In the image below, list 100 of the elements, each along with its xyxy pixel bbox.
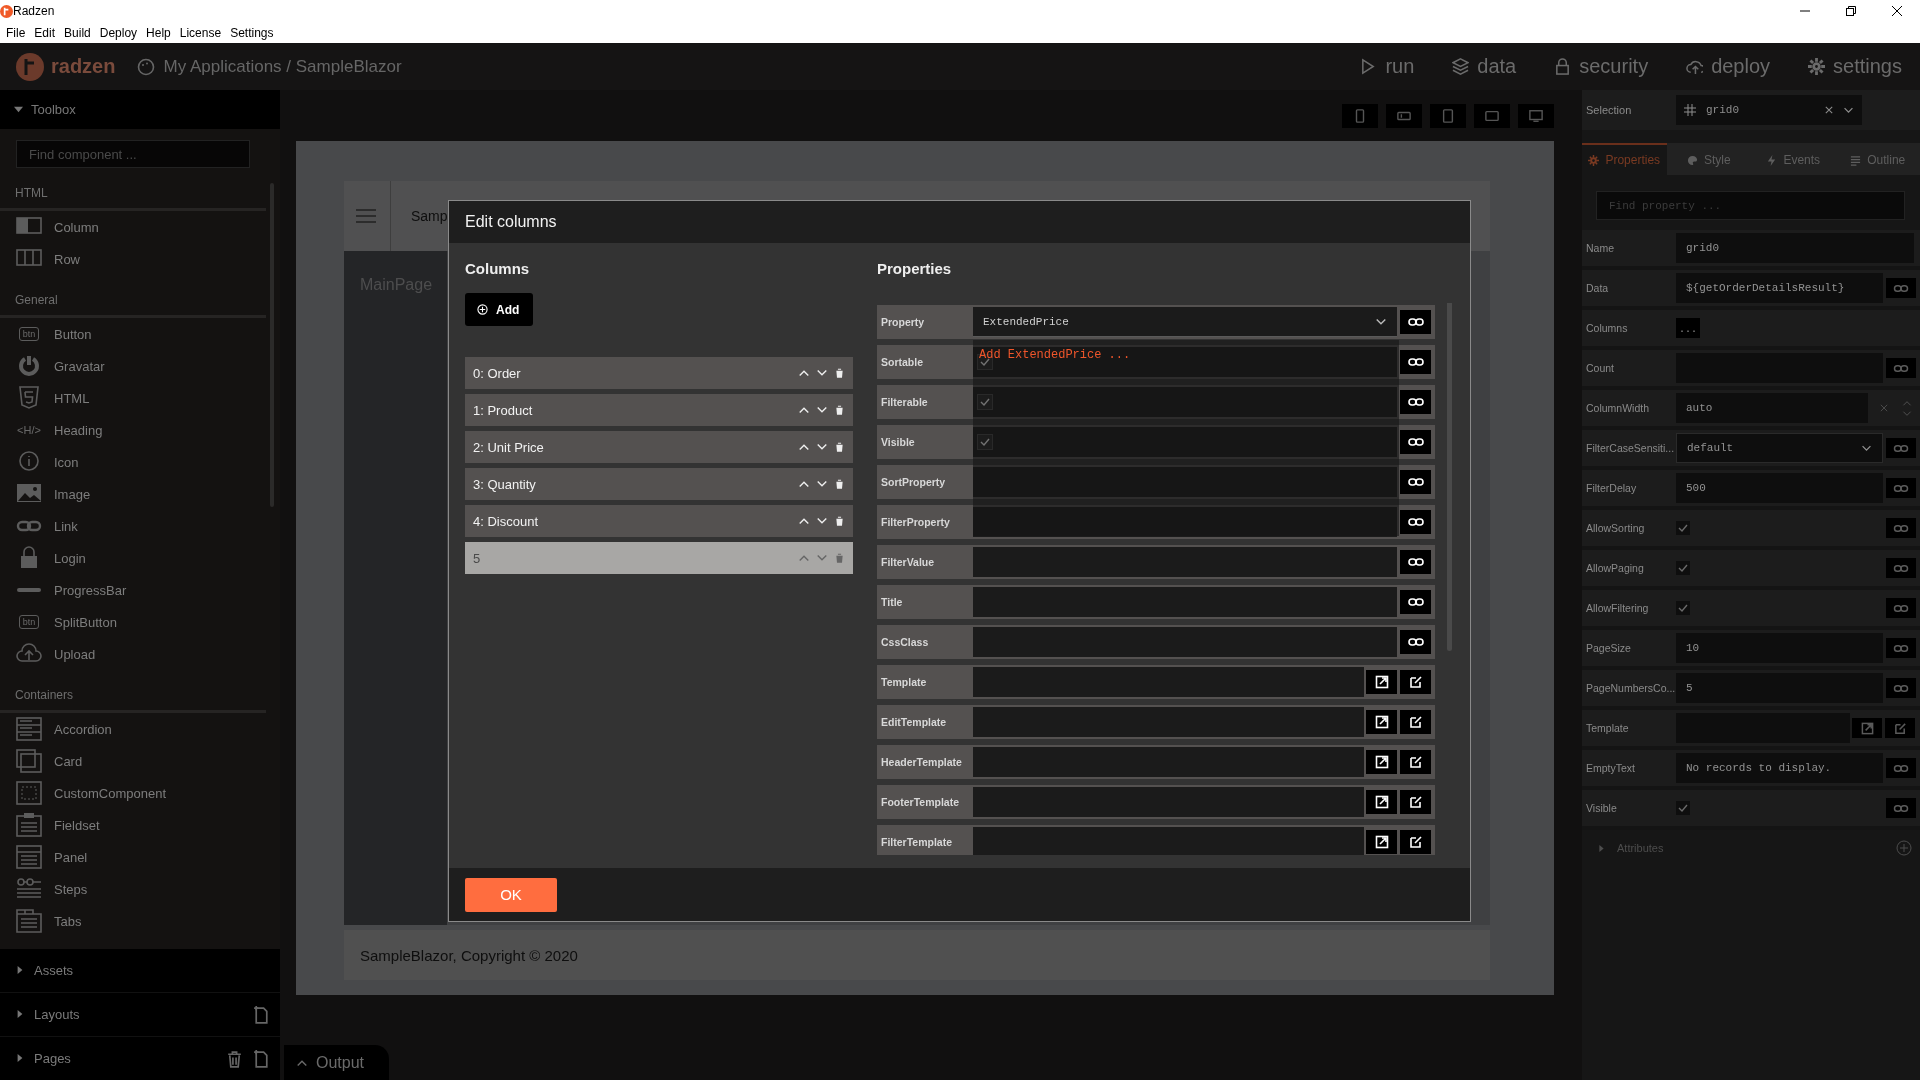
toolbox-item[interactable]: HTML [0,382,280,415]
sortable-list-item[interactable]: 0: Order [465,357,853,389]
checkbox[interactable] [977,394,993,410]
bind-button[interactable] [1400,310,1431,334]
breadcrumb[interactable]: My Applications / SampleBlazor [163,56,402,77]
bind-button[interactable] [1400,430,1431,454]
checkbox[interactable] [1676,801,1690,815]
input-field[interactable]: auto [1676,393,1868,423]
section-header[interactable]: Pages [0,1035,280,1080]
monitor-view-button[interactable] [1518,103,1554,128]
toolbox-item[interactable]: ProgressBar [0,574,280,607]
sortable-list-item[interactable]: 2: Unit Price [465,431,853,463]
toolbox-item[interactable]: btn SplitButton [0,606,280,639]
toolbox-item[interactable]: Image [0,478,280,511]
section-header[interactable]: Layouts [0,991,280,1036]
tablet-landscape-view-button[interactable] [1474,103,1510,128]
toolbox-item[interactable]: Card [0,745,280,778]
bind-button[interactable] [1400,390,1431,414]
sortable-list-item[interactable]: 4: Discount [465,505,853,537]
section-header[interactable]: Assets [0,948,280,992]
edit-button[interactable] [1400,790,1431,814]
open-editor-button[interactable] [1366,790,1397,814]
toolbox-item[interactable]: Steps [0,873,280,906]
toolbox-item[interactable]: CustomComponent [0,777,280,810]
input-field[interactable] [973,627,1397,657]
input-field[interactable] [973,587,1397,617]
toolbox-item[interactable]: Upload [0,638,280,671]
clear-icon[interactable] [1825,106,1833,114]
bind-button[interactable] [1400,590,1431,614]
sortable-list-item[interactable]: 1: Product [465,394,853,426]
data-button[interactable]: data [1452,55,1517,78]
toolbox-item[interactable]: Fieldset [0,809,280,842]
input-field[interactable]: 10 [1676,633,1883,663]
selection-dropdown[interactable]: grid0 [1676,95,1862,125]
bind-button[interactable] [1400,630,1431,654]
delete-icon[interactable] [834,441,845,453]
delete-icon[interactable] [834,367,845,379]
security-button[interactable]: security [1554,55,1649,78]
checkbox[interactable] [1676,521,1690,535]
bind-button[interactable] [1400,350,1431,374]
edit-button[interactable] [1400,710,1431,734]
add-button[interactable]: Add [465,293,534,326]
checkbox[interactable] [1676,561,1690,575]
ok-button[interactable]: OK [465,877,557,912]
output-tab[interactable]: Output [284,1045,389,1080]
run-button[interactable]: run [1360,55,1415,78]
sortable-list-item[interactable]: 3: Quantity [465,468,853,500]
input-field[interactable] [973,667,1364,697]
phone-landscape-view-button[interactable] [1386,103,1422,128]
new-page-icon[interactable] [253,1004,270,1024]
input-field[interactable] [973,827,1364,855]
tablet-view-button[interactable] [1430,103,1466,128]
delete-icon[interactable] [834,478,845,490]
toolbox-item[interactable]: btn Button [0,318,280,351]
edit-button[interactable] [1400,670,1431,694]
dropdown[interactable]: default [1676,433,1883,463]
toolbox-item[interactable]: Gravatar [0,350,280,383]
menu-item[interactable]: Deploy [99,25,138,40]
input-field[interactable]: grid0 [1676,233,1914,263]
toolbox-item[interactable]: Accordion [0,713,280,746]
input-field[interactable] [973,787,1364,817]
open-editor-button[interactable] [1366,670,1397,694]
new-page-icon[interactable] [253,1048,270,1068]
toolbox-item[interactable]: Tabs [0,905,280,938]
input-field[interactable] [973,747,1364,777]
toolbox-item[interactable]: Row [0,243,280,276]
settings-button[interactable]: settings [1808,55,1902,78]
delete-icon[interactable] [834,515,845,527]
toolbox-item[interactable]: Login [0,542,280,575]
deploy-button[interactable]: deploy [1686,55,1771,78]
toolbox-item[interactable]: Column [0,211,280,244]
phone-view-button[interactable] [1342,103,1378,128]
open-editor-button[interactable] [1366,750,1397,774]
tab[interactable]: Outline [1835,143,1920,175]
menu-item[interactable]: Help [146,25,171,40]
toolbox-item[interactable]: Icon [0,446,280,479]
menu-item[interactable]: Build [64,25,91,40]
input-field[interactable] [973,707,1364,737]
input-field[interactable]: No records to display. [1676,753,1883,783]
search-field[interactable]: Find component ... [16,140,250,169]
columns-editor-button[interactable]: ... [1676,318,1700,338]
input-field[interactable]: 5 [1676,673,1883,703]
input-field[interactable]: ${getOrderDetailsResult} [1676,273,1883,303]
checkbox[interactable] [1676,601,1690,615]
toolbox-item[interactable]: <H/> Heading [0,414,280,447]
bind-button[interactable] [1400,470,1431,494]
toolbox-item[interactable]: Panel [0,841,280,874]
input-field[interactable] [973,547,1397,577]
restore-icon[interactable] [1846,6,1856,16]
open-editor-button[interactable] [1366,830,1397,854]
input-field[interactable]: 500 [1676,473,1883,503]
input-field[interactable] [973,507,1397,537]
delete-icon[interactable] [834,404,845,416]
toolbox-item[interactable]: Link [0,510,280,543]
checkbox[interactable] [977,434,993,450]
tab[interactable]: Events [1751,143,1836,175]
dropdown[interactable]: ExtendedPrice [973,307,1397,337]
menu-item[interactable]: Edit [34,25,56,40]
input-field[interactable] [973,467,1397,497]
edit-button[interactable] [1400,750,1431,774]
